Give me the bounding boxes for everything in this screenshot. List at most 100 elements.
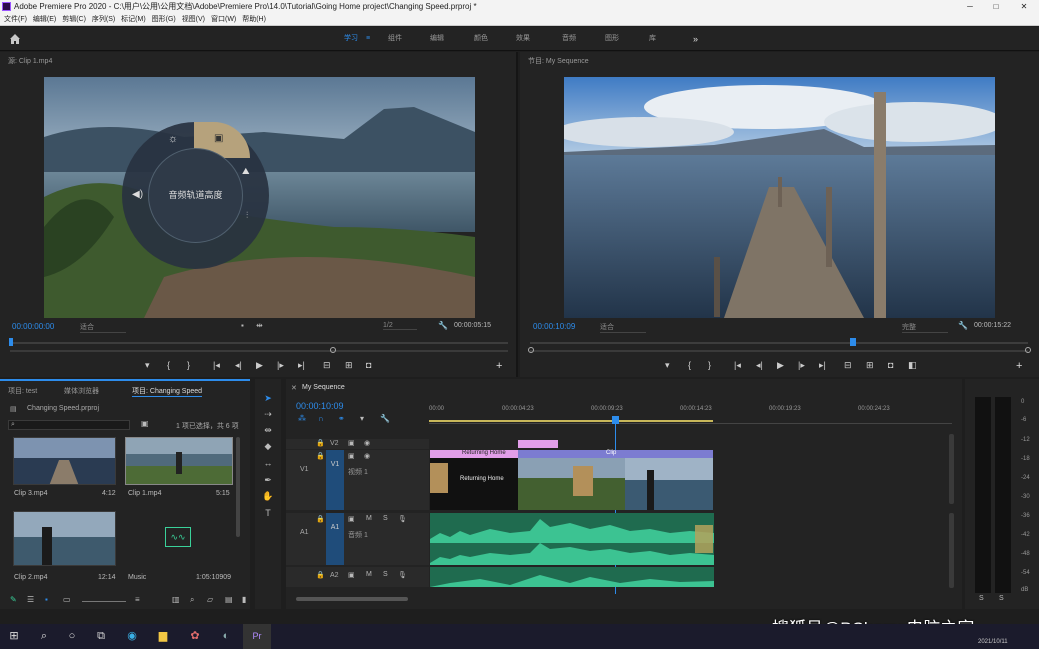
radial-audio-track-height-menu[interactable]: 音频轨道高度 ☼ ▣ ◀) ⛰ ⫶ — [122, 122, 269, 269]
lock-icon[interactable]: 🔒 — [316, 452, 325, 460]
source-zoom-handle[interactable] — [330, 347, 336, 353]
task-view-icon[interactable]: ⧉ — [87, 624, 115, 649]
timeline-ruler[interactable]: 00:00 00:00:04:23 00:00:09:23 00:00:14:2… — [429, 406, 952, 424]
program-add-button[interactable]: + — [1016, 360, 1022, 372]
program-zoom-handle-left[interactable] — [528, 347, 534, 353]
mountain-icon[interactable]: ⛰ — [242, 166, 250, 177]
search-icon[interactable]: ⌕ — [30, 624, 58, 649]
go-to-in-icon[interactable]: |◂ — [213, 360, 220, 371]
source-fit-dropdown[interactable]: 适合 — [80, 322, 126, 333]
app-icon[interactable]: ◐ — [212, 624, 240, 649]
slip-tool-icon[interactable]: ↔ — [261, 458, 275, 468]
tab-project-test[interactable]: 项目: test — [8, 386, 37, 396]
nest-icon[interactable]: ⁂ — [298, 414, 306, 423]
tab-media-browser[interactable]: 媒体浏览器 — [64, 386, 99, 396]
solo-left-button[interactable]: S — [979, 595, 984, 602]
paint-icon[interactable]: ✿ — [181, 624, 209, 649]
program-zoom-handle-right[interactable] — [1025, 347, 1031, 353]
timeline-hscroll[interactable] — [296, 597, 408, 601]
program-fit-dropdown[interactable]: 适合 — [600, 322, 646, 333]
project-scrollbar[interactable] — [236, 437, 240, 537]
close-button[interactable]: ✕ — [1014, 0, 1034, 13]
workspace-menu-icon[interactable]: ≡ — [366, 27, 370, 51]
camera-icon[interactable]: ◘ — [888, 360, 893, 370]
automate-icon[interactable]: ▥ — [172, 595, 180, 604]
source-zoom-bar[interactable] — [10, 350, 508, 352]
solo-button[interactable]: S — [383, 571, 388, 578]
source-monitor-title[interactable]: 源: Clip 1.mp4 — [8, 56, 52, 66]
workspace-tab-audio[interactable]: 音频 — [562, 27, 576, 51]
mic-icon[interactable]: 🎙 — [398, 515, 407, 523]
timeline-vscroll-a[interactable] — [949, 513, 954, 588]
source-resolution-dropdown[interactable]: 1/2 — [383, 322, 417, 330]
program-timecode[interactable]: 00:00:10:09 — [533, 322, 575, 331]
list-view-icon[interactable]: ☰ — [27, 595, 34, 604]
mark-out-icon[interactable]: } — [187, 360, 190, 370]
snap-icon[interactable]: ∩ — [318, 414, 324, 423]
source-add-button[interactable]: + — [496, 360, 502, 372]
source-scrub-bar[interactable] — [10, 342, 508, 344]
step-forward-icon[interactable]: |▸ — [277, 360, 284, 371]
lift-icon[interactable]: ⊟ — [844, 360, 852, 371]
play-icon[interactable]: ▶ — [777, 360, 784, 371]
lock-icon[interactable]: 🔒 — [316, 515, 325, 523]
menu-file[interactable]: 文件(F) — [4, 16, 27, 23]
workspace-tab-editing[interactable]: 编辑 — [430, 27, 444, 51]
clip-v2-small[interactable] — [518, 440, 558, 448]
workspace-tab-color[interactable]: 颜色 — [474, 27, 488, 51]
source-settings-icon[interactable]: ⇹ — [256, 321, 263, 330]
menu-edit[interactable]: 编辑(E) — [33, 16, 56, 23]
project-item-music[interactable]: ∿∿ — [125, 511, 233, 566]
step-back-icon[interactable]: ◂| — [235, 360, 242, 371]
menu-graphics[interactable]: 图形(G) — [152, 16, 176, 23]
premiere-taskbar-icon[interactable]: Pr — [243, 624, 271, 649]
mute-button[interactable]: M — [366, 515, 372, 522]
play-icon[interactable]: ▶ — [256, 360, 263, 371]
sync-icon[interactable]: ▣ — [348, 515, 355, 523]
solo-button[interactable]: S — [383, 515, 388, 522]
edge-icon[interactable]: ◉ — [118, 624, 146, 649]
file-explorer-icon[interactable]: ▆ — [149, 624, 177, 649]
pen-tool-icon[interactable]: ✒ — [261, 475, 275, 486]
timeline-tab[interactable]: My Sequence — [302, 384, 345, 391]
add-marker-icon[interactable]: ▾ — [665, 360, 670, 371]
ripple-edit-tool-icon[interactable]: ⇹ — [261, 425, 275, 436]
project-search-input[interactable]: ⌕ — [8, 420, 130, 430]
menu-sequence[interactable]: 序列(S) — [92, 16, 115, 23]
tab-project-changing-speed[interactable]: 项目: Changing Speed — [132, 386, 203, 397]
pencil-icon[interactable]: ✎ — [10, 595, 17, 604]
new-bin-icon[interactable]: ▣ — [141, 419, 149, 428]
mic-icon[interactable]: 🎙 — [398, 571, 407, 579]
menu-window[interactable]: 窗口(W) — [211, 16, 236, 23]
workspace-tab-graphics[interactable]: 图形 — [605, 27, 619, 51]
source-timecode[interactable]: 00:00:00:00 — [12, 322, 54, 331]
project-item-clip3[interactable] — [13, 437, 116, 485]
comparison-view-icon[interactable]: ◧ — [908, 360, 917, 371]
menu-marker[interactable]: 标记(M) — [121, 16, 146, 23]
sliders-icon[interactable]: ⫶ — [246, 210, 248, 221]
linked-selection-icon[interactable]: ⚭ — [338, 414, 345, 423]
workspace-tab-assembly[interactable]: 组件 — [388, 27, 402, 51]
type-tool-icon[interactable]: T — [261, 508, 275, 518]
lock-icon[interactable]: 🔒 — [316, 571, 325, 579]
track-header-v1[interactable]: V1 🔒 V1 ▣ ◉ 视频 1 — [286, 450, 429, 510]
track-label-a1[interactable]: A1 — [326, 513, 344, 565]
home-icon[interactable] — [9, 33, 21, 45]
hand-tool-icon[interactable]: ✋ — [261, 491, 275, 502]
eye-icon[interactable]: ◉ — [364, 452, 370, 460]
timeline-vscroll-v[interactable] — [949, 434, 954, 504]
mark-in-icon[interactable]: { — [688, 360, 691, 370]
sort-icon[interactable]: ≡ — [135, 595, 140, 604]
program-playhead[interactable] — [850, 338, 856, 346]
timeline-playhead[interactable] — [612, 416, 619, 424]
source-wrench-icon[interactable]: 🔧 — [438, 321, 448, 330]
menu-help[interactable]: 帮助(H) — [242, 16, 266, 23]
sync-icon[interactable]: ▣ — [348, 439, 355, 447]
mute-button[interactable]: M — [366, 571, 372, 578]
mark-out-icon[interactable]: } — [708, 360, 711, 370]
track-header-a1[interactable]: A1 🔒 A1 ▣ M S 🎙 音频 1 — [286, 513, 429, 565]
sync-icon[interactable]: ▣ — [348, 571, 355, 579]
clip-2[interactable]: Clip 2 — [625, 450, 713, 510]
solo-right-button[interactable]: S — [999, 595, 1004, 602]
extract-icon[interactable]: ⊞ — [866, 360, 874, 371]
